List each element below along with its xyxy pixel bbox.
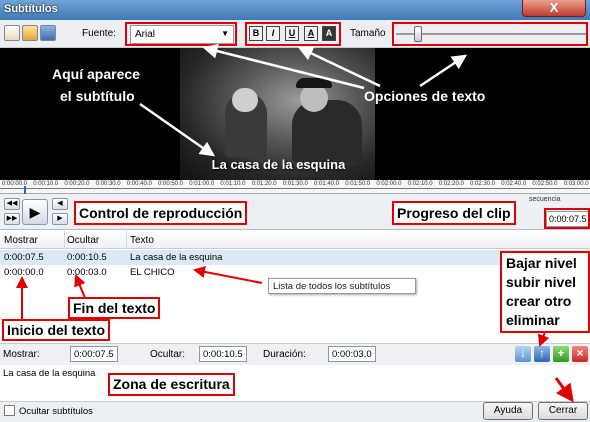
annotation-arrows: [16, 43, 574, 403]
arrow-to-level-buttons: [537, 331, 550, 347]
arrow-to-subtitle: [139, 102, 216, 157]
arrow-to-close: [554, 377, 574, 403]
arrow-to-list: [193, 266, 263, 284]
arrow-to-format: [297, 46, 381, 88]
arrow-to-hide-time: [74, 274, 86, 299]
arrow-to-size: [419, 54, 468, 88]
